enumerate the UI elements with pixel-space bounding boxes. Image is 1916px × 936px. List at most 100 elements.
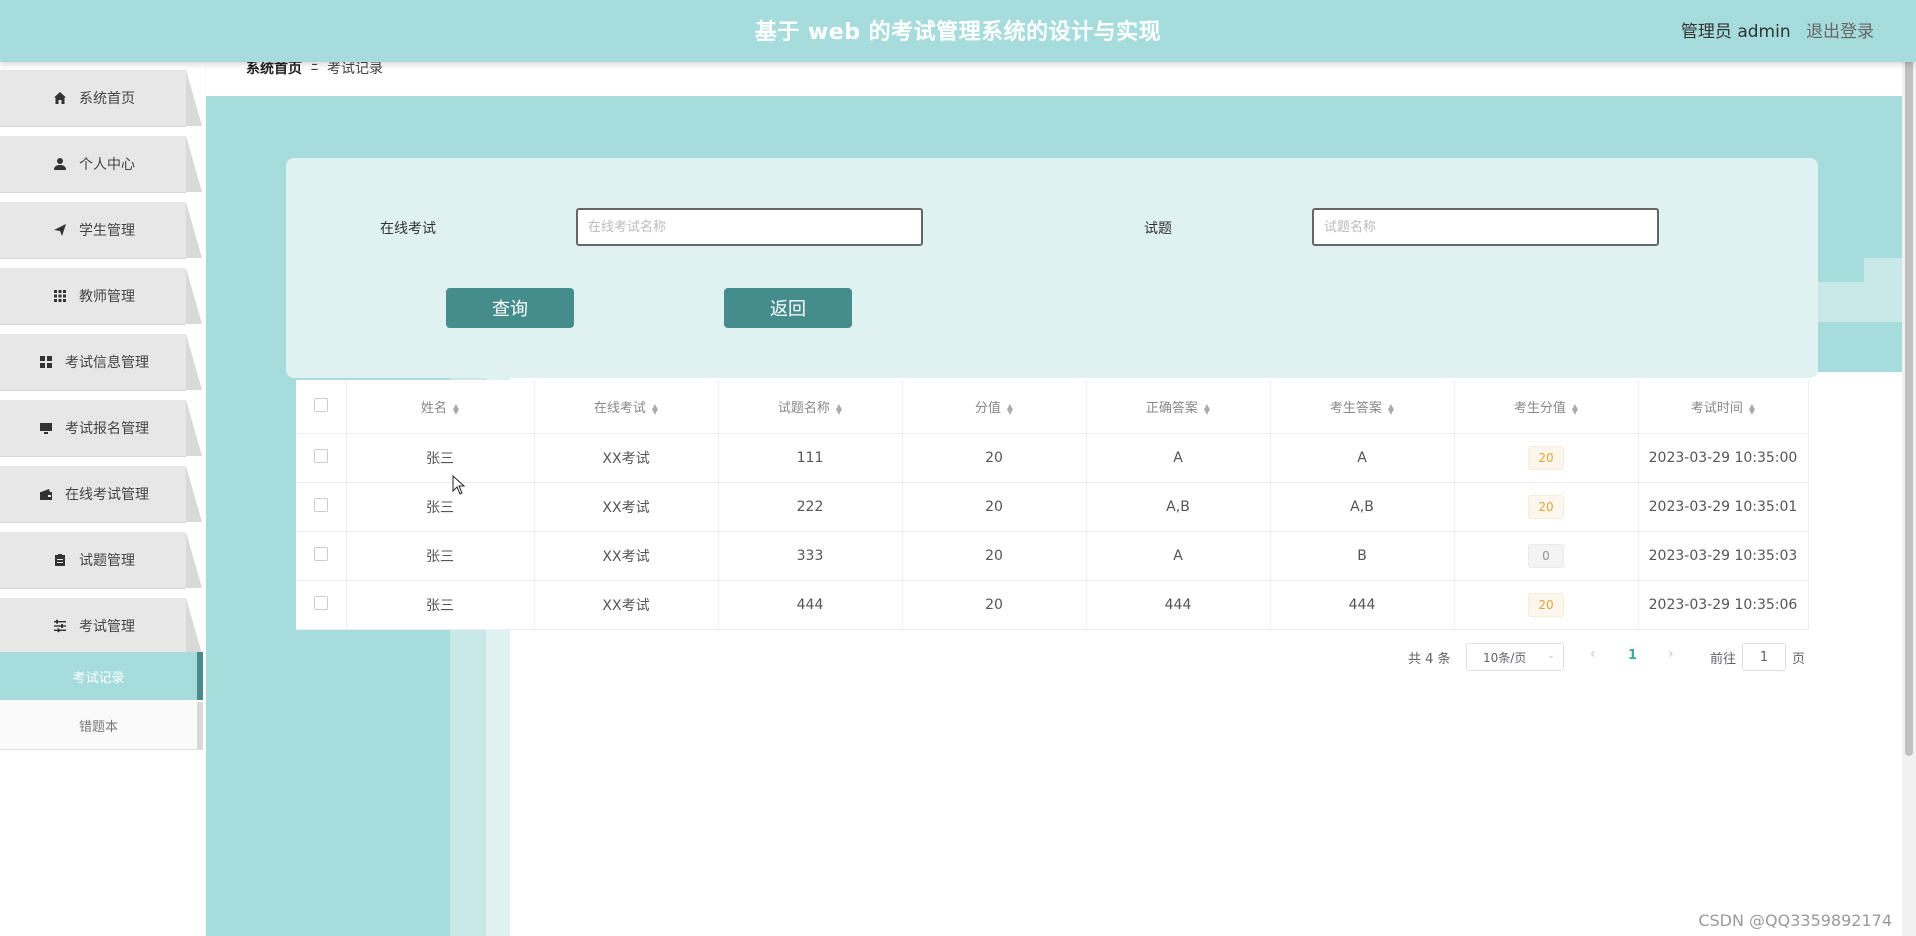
sidebar-item-label: 考试管理	[79, 619, 135, 635]
cell-correct-answer: A	[1086, 433, 1271, 483]
sort-icon[interactable]: ▲ ▼	[836, 402, 842, 415]
sidebar-item-label: 学生管理	[79, 223, 135, 239]
sidebar-item-students[interactable]: 学生管理	[0, 202, 202, 259]
submenu-exam-records[interactable]: 考试记录	[0, 652, 203, 700]
prev-page-icon[interactable]: ‹	[1590, 646, 1596, 662]
sort-icon[interactable]: ▲ ▼	[652, 402, 658, 415]
table-row[interactable]: 张三 XX考试 111 20 A A 20 2023-03-29 10:35:0…	[296, 433, 1809, 483]
cell-question: 444	[718, 580, 903, 630]
cell-student-answer: A	[1270, 433, 1455, 483]
paper-plane-icon	[51, 221, 69, 239]
column-header[interactable]: 在线考试 ▲ ▼	[534, 380, 719, 434]
cell-name: 张三	[346, 433, 535, 483]
select-all-checkbox[interactable]	[313, 397, 328, 412]
row-checkbox[interactable]	[313, 596, 328, 610]
column-header[interactable]: 正确答案 ▲ ▼	[1086, 380, 1271, 434]
wallet-icon	[37, 485, 55, 503]
sidebar-item-profile[interactable]: 个人中心	[0, 136, 202, 193]
page-suffix-label: 页	[1792, 652, 1806, 667]
home-icon	[51, 89, 69, 107]
page-size-select[interactable]: 10条/页 ⌄	[1466, 643, 1564, 671]
column-header[interactable]: 考试时间 ▲ ▼	[1638, 380, 1809, 434]
cell-question: 222	[718, 482, 903, 532]
cell-student-answer: A,B	[1270, 482, 1455, 532]
goto-label: 前往	[1710, 652, 1737, 667]
score-tag: 20	[1528, 495, 1564, 519]
cell-question: 333	[718, 531, 903, 581]
sidebar: 系统首页 个人中心 学生管理 教师管理 考试信息管理 考试报名管理 在线考试管理…	[0, 62, 207, 936]
sidebar-item-home[interactable]: 系统首页	[0, 70, 202, 127]
cell-name: 张三	[346, 482, 535, 532]
row-checkbox[interactable]	[313, 547, 328, 561]
exam-search-label: 在线考试	[380, 221, 436, 237]
column-header[interactable]: 考生分值 ▲ ▼	[1454, 380, 1639, 434]
sidebar-item-questions[interactable]: 试题管理	[0, 532, 202, 589]
cell-name: 张三	[346, 531, 535, 581]
column-header[interactable]: 分值 ▲ ▼	[902, 380, 1087, 434]
column-header[interactable]: 姓名 ▲ ▼	[346, 380, 535, 434]
sort-icon[interactable]: ▲ ▼	[1388, 402, 1394, 415]
cell-name: 张三	[346, 580, 535, 630]
select-all-cell[interactable]	[296, 380, 347, 434]
column-header[interactable]: 考生答案 ▲ ▼	[1270, 380, 1455, 434]
sidebar-item-label: 个人中心	[79, 157, 135, 173]
page-scrollbar[interactable]	[1902, 0, 1916, 936]
cell-points: 20	[902, 580, 1087, 630]
clipboard-icon	[51, 551, 69, 569]
sidebar-item-online-exam[interactable]: 在线考试管理	[0, 466, 202, 523]
page-number-current[interactable]: 1	[1628, 648, 1637, 663]
sidebar-item-teachers[interactable]: 教师管理	[0, 268, 202, 325]
goto-page-input[interactable]	[1742, 643, 1786, 671]
question-search-label: 试题	[1144, 221, 1172, 237]
sidebar-item-exam-info[interactable]: 考试信息管理	[0, 334, 202, 391]
sidebar-item-label: 在线考试管理	[65, 487, 149, 503]
scrollbar-thumb[interactable]	[1905, 26, 1913, 756]
back-button[interactable]: 返回	[724, 288, 852, 328]
cell-points: 20	[902, 531, 1087, 581]
user-icon	[51, 155, 69, 173]
sort-icon[interactable]: ▲ ▼	[453, 402, 459, 415]
cell-time: 2023-03-29 10:35:00	[1638, 433, 1809, 483]
sidebar-item-label: 教师管理	[79, 289, 135, 305]
page-size-value: 10条/页	[1483, 650, 1527, 665]
submenu-label: 考试记录	[72, 670, 125, 686]
cell-points: 20	[902, 433, 1087, 483]
cell-correct-answer: 444	[1086, 580, 1271, 630]
sidebar-item-label: 系统首页	[79, 91, 135, 107]
cell-exam: XX考试	[534, 482, 719, 532]
logout-link[interactable]: 退出登录	[1806, 22, 1874, 42]
sliders-icon	[51, 617, 69, 635]
sort-icon[interactable]: ▲ ▼	[1572, 402, 1578, 415]
mouse-cursor-icon	[452, 475, 466, 495]
user-area: 管理员 admin 退出登录	[1681, 17, 1874, 42]
breadcrumb: 系统首页 Ξ 考试记录	[206, 58, 1902, 96]
cell-exam: XX考试	[534, 580, 719, 630]
sidebar-item-exam-management[interactable]: 考试管理	[0, 598, 202, 655]
chevron-down-icon: ⌄	[1546, 650, 1555, 661]
row-checkbox[interactable]	[313, 449, 328, 463]
cell-question: 111	[718, 433, 903, 483]
search-panel: 在线考试 试题 查询 返回	[286, 158, 1818, 378]
row-checkbox[interactable]	[313, 498, 328, 512]
table-row[interactable]: 张三 XX考试 222 20 A,B A,B 20 2023-03-29 10:…	[296, 482, 1809, 532]
decor-block	[1818, 282, 1902, 322]
submenu-wrong-questions[interactable]: 错题本	[0, 702, 203, 750]
cell-student-answer: B	[1270, 531, 1455, 581]
score-tag: 20	[1528, 446, 1564, 470]
cell-exam: XX考试	[534, 433, 719, 483]
score-tag: 0	[1528, 544, 1564, 568]
sidebar-item-exam-registration[interactable]: 考试报名管理	[0, 400, 202, 457]
column-header[interactable]: 试题名称 ▲ ▼	[718, 380, 903, 434]
table-row[interactable]: 张三 XX考试 444 20 444 444 20 2023-03-29 10:…	[296, 580, 1809, 630]
sort-icon[interactable]: ▲ ▼	[1007, 402, 1013, 415]
table-header-row: 姓名 ▲ ▼ 在线考试 ▲ ▼ 试题名称 ▲ ▼ 分值 ▲ ▼ 正确答案 ▲ ▼ 考生答案 ▲ ▼ 考生…	[296, 380, 1809, 434]
exam-search-input[interactable]	[576, 208, 923, 246]
watermark: CSDN @QQ3359892174	[1698, 911, 1892, 930]
cell-exam: XX考试	[534, 531, 719, 581]
sort-icon[interactable]: ▲ ▼	[1749, 402, 1755, 415]
sort-icon[interactable]: ▲ ▼	[1204, 402, 1210, 415]
question-search-input[interactable]	[1312, 208, 1659, 246]
next-page-icon[interactable]: ›	[1668, 646, 1674, 662]
query-button[interactable]: 查询	[446, 288, 574, 328]
table-row[interactable]: 张三 XX考试 333 20 A B 0 2023-03-29 10:35:03	[296, 531, 1809, 581]
